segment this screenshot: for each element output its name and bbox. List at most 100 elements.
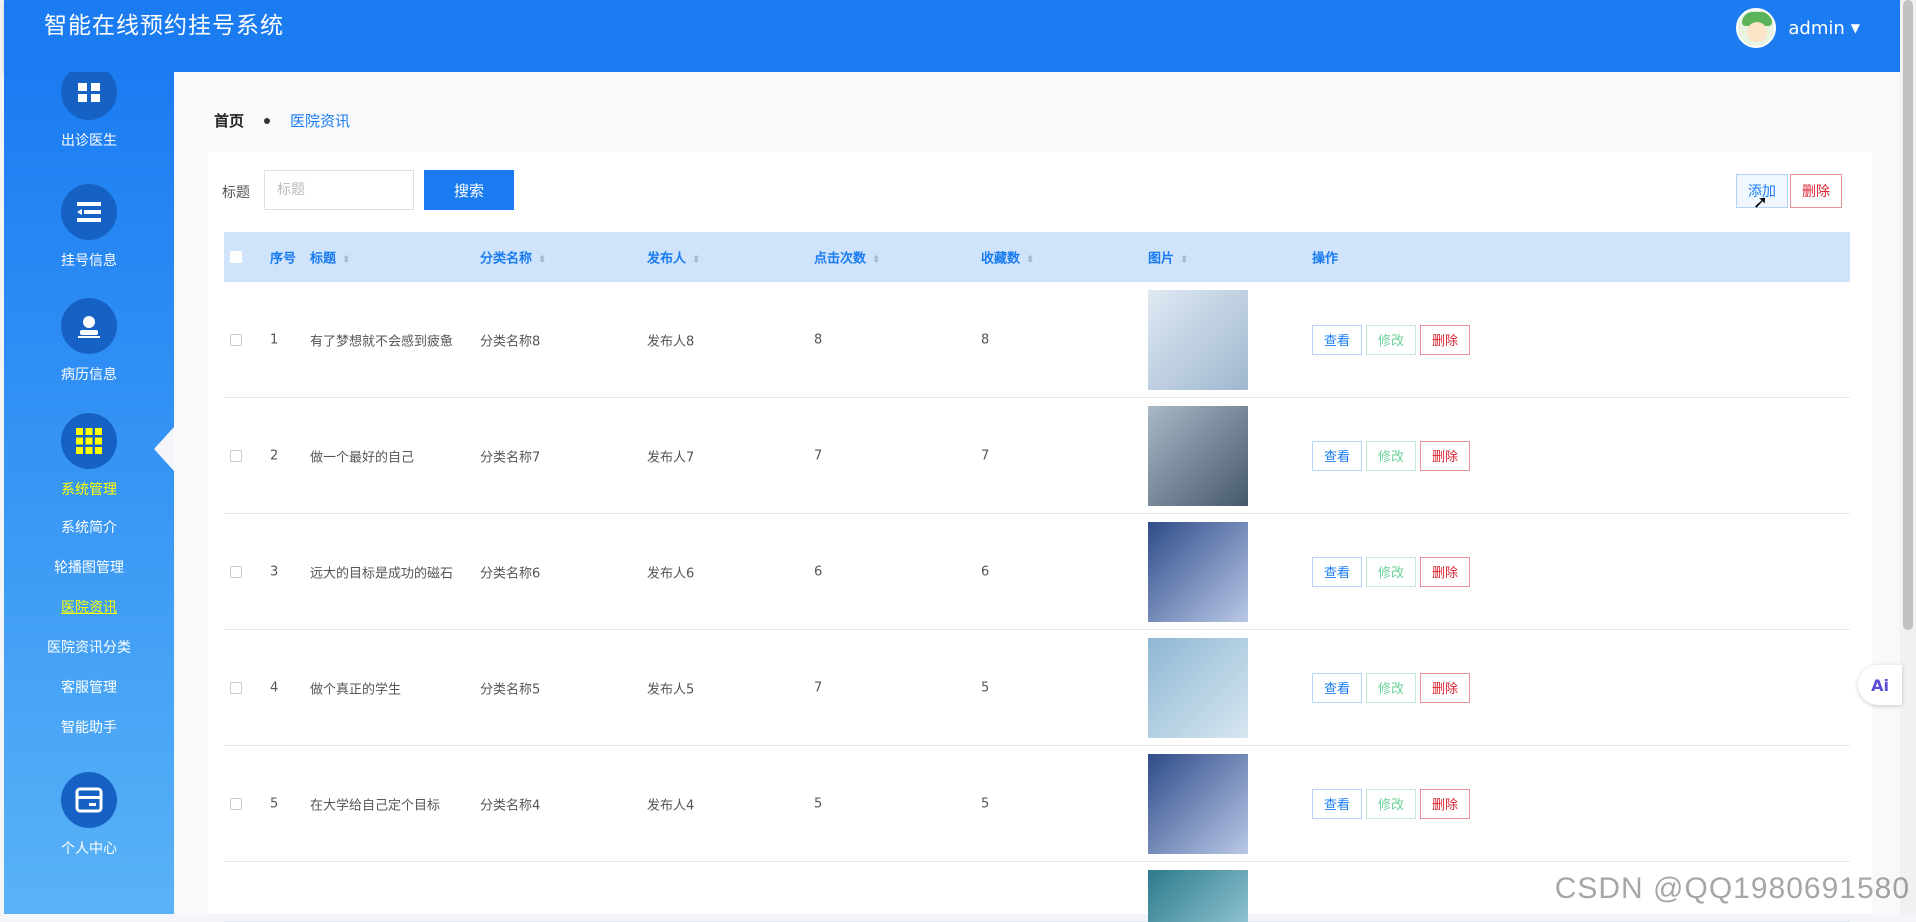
- user-menu[interactable]: admin ▼: [1736, 10, 1860, 46]
- sort-icon: ⬍: [1180, 255, 1188, 266]
- view-button[interactable]: 查看: [1312, 673, 1362, 703]
- table-header: 序号 标题⬍ 分类名称⬍ 发布人⬍ 点击次数⬍ 收藏数⬍ 图片⬍ 操作: [224, 232, 1850, 282]
- sidebar-item-system[interactable]: 系统管理: [4, 413, 174, 499]
- view-button[interactable]: 查看: [1312, 789, 1362, 819]
- row-checkbox[interactable]: [230, 450, 242, 462]
- username[interactable]: admin: [1788, 18, 1844, 39]
- edit-button[interactable]: 修改: [1366, 441, 1416, 471]
- news-image: [1148, 638, 1248, 738]
- breadcrumb: 首页 医院资讯: [214, 110, 350, 131]
- grid-icon: [61, 72, 117, 120]
- header-no: 序号: [270, 248, 296, 267]
- table-row: 3 远大的目标是成功的磁石 分类名称6 发布人6 6 6 查看 修改 删除: [224, 514, 1850, 630]
- cell-favorites: 5: [981, 680, 989, 695]
- sidebar-label: 出诊医生: [4, 130, 174, 150]
- avatar[interactable]: [1736, 8, 1776, 48]
- view-button[interactable]: 查看: [1312, 557, 1362, 587]
- watermark: CSDN @QQ1980691580: [1555, 872, 1910, 906]
- cell-publisher: 发布人5: [647, 678, 694, 697]
- submenu-item-news[interactable]: 医院资讯: [4, 588, 174, 628]
- submenu-item-carousel[interactable]: 轮播图管理: [4, 548, 174, 588]
- sidebar-item-doctors[interactable]: 出诊医生: [4, 72, 174, 150]
- sort-icon: ⬍: [692, 255, 700, 266]
- sidebar-item-registrations[interactable]: 挂号信息: [4, 184, 174, 270]
- search-input[interactable]: [264, 170, 414, 210]
- breadcrumb-home[interactable]: 首页: [214, 110, 244, 131]
- submenu-item-intro[interactable]: 系统简介: [4, 508, 174, 548]
- cell-no: 3: [270, 564, 278, 579]
- cell-publisher: 发布人7: [647, 446, 694, 465]
- submenu-item-service[interactable]: 客服管理: [4, 668, 174, 708]
- header-title[interactable]: 标题⬍: [310, 248, 350, 267]
- sort-icon: ⬍: [342, 255, 350, 266]
- delete-button[interactable]: 删除: [1420, 789, 1470, 819]
- cell-clicks: 8: [814, 332, 822, 347]
- breadcrumb-current: 医院资讯: [290, 110, 350, 131]
- cell-favorites: 5: [981, 796, 989, 811]
- cell-clicks: 7: [814, 680, 822, 695]
- edit-button[interactable]: 修改: [1366, 673, 1416, 703]
- header-clicks[interactable]: 点击次数⬍: [814, 248, 880, 267]
- active-indicator: [154, 427, 174, 471]
- sidebar-label: 系统管理: [4, 479, 174, 499]
- cell-clicks: 6: [814, 564, 822, 579]
- cell-no: 5: [270, 796, 278, 811]
- main-content: 首页 医院资讯 标题 搜索 添加 ➚ 删除 序号 标题⬍ 分类名称⬍ 发布人⬍ …: [174, 72, 1900, 914]
- view-button[interactable]: 查看: [1312, 441, 1362, 471]
- cell-no: 1: [270, 332, 278, 347]
- table-row: 2 做一个最好的自己 分类名称7 发布人7 7 7 查看 修改 删除: [224, 398, 1850, 514]
- header-publisher[interactable]: 发布人⬍: [647, 248, 700, 267]
- cell-category: 分类名称5: [480, 678, 540, 697]
- header-actions: 操作: [1312, 248, 1338, 267]
- batch-delete-button[interactable]: 删除: [1790, 174, 1842, 208]
- edit-button[interactable]: 修改: [1366, 789, 1416, 819]
- sidebar: 出诊医生 挂号信息 病历信息 系统管理 系统简介 轮播图管理 医院资讯 医院资讯…: [4, 72, 174, 914]
- cell-no: 2: [270, 448, 278, 463]
- view-button[interactable]: 查看: [1312, 325, 1362, 355]
- sort-icon: ⬍: [538, 255, 546, 266]
- header-image[interactable]: 图片⬍: [1148, 248, 1188, 267]
- scrollbar-thumb[interactable]: [1903, 0, 1913, 630]
- delete-button[interactable]: 删除: [1420, 557, 1470, 587]
- row-checkbox[interactable]: [230, 334, 242, 346]
- ai-assistant-badge[interactable]: Ai: [1858, 665, 1902, 705]
- sort-icon: ⬍: [872, 255, 880, 266]
- cell-category: 分类名称7: [480, 446, 540, 465]
- cell-publisher: 发布人6: [647, 562, 694, 581]
- cell-title: 有了梦想就不会感到疲惫: [310, 330, 453, 349]
- edit-button[interactable]: 修改: [1366, 325, 1416, 355]
- select-all-checkbox[interactable]: [230, 251, 242, 263]
- cell-publisher: 发布人8: [647, 330, 694, 349]
- table-row: 4 做个真正的学生 分类名称5 发布人5 7 5 查看 修改 删除: [224, 630, 1850, 746]
- sidebar-item-records[interactable]: 病历信息: [4, 298, 174, 384]
- delete-button[interactable]: 删除: [1420, 325, 1470, 355]
- app-title: 智能在线预约挂号系统: [44, 6, 284, 40]
- row-checkbox[interactable]: [230, 682, 242, 694]
- breadcrumb-separator: [264, 118, 270, 124]
- sidebar-label: 病历信息: [4, 364, 174, 384]
- sort-icon: ⬍: [1026, 255, 1034, 266]
- content-card: 标题 搜索 添加 ➚ 删除 序号 标题⬍ 分类名称⬍ 发布人⬍ 点击次数⬍ 收藏…: [208, 152, 1872, 914]
- row-checkbox[interactable]: [230, 566, 242, 578]
- row-checkbox[interactable]: [230, 798, 242, 810]
- cell-category: 分类名称4: [480, 794, 540, 813]
- search-button[interactable]: 搜索: [424, 170, 514, 210]
- sidebar-item-profile[interactable]: 个人中心: [4, 772, 174, 858]
- delete-button[interactable]: 删除: [1420, 673, 1470, 703]
- news-image: [1148, 754, 1248, 854]
- header-category[interactable]: 分类名称⬍: [480, 248, 546, 267]
- header-favorites[interactable]: 收藏数⬍: [981, 248, 1034, 267]
- edit-button[interactable]: 修改: [1366, 557, 1416, 587]
- submenu-item-news-category[interactable]: 医院资讯分类: [4, 628, 174, 668]
- cell-category: 分类名称8: [480, 330, 540, 349]
- card-icon: [61, 772, 117, 828]
- list-icon: [61, 184, 117, 240]
- cell-title: 在大学给自己定个目标: [310, 794, 440, 813]
- cell-clicks: 7: [814, 448, 822, 463]
- page-scrollbar[interactable]: [1900, 0, 1916, 914]
- caret-down-icon[interactable]: ▼: [1851, 21, 1860, 35]
- search-label: 标题: [222, 182, 250, 202]
- delete-button[interactable]: 删除: [1420, 441, 1470, 471]
- cell-no: 4: [270, 680, 278, 695]
- submenu-item-assistant[interactable]: 智能助手: [4, 708, 174, 748]
